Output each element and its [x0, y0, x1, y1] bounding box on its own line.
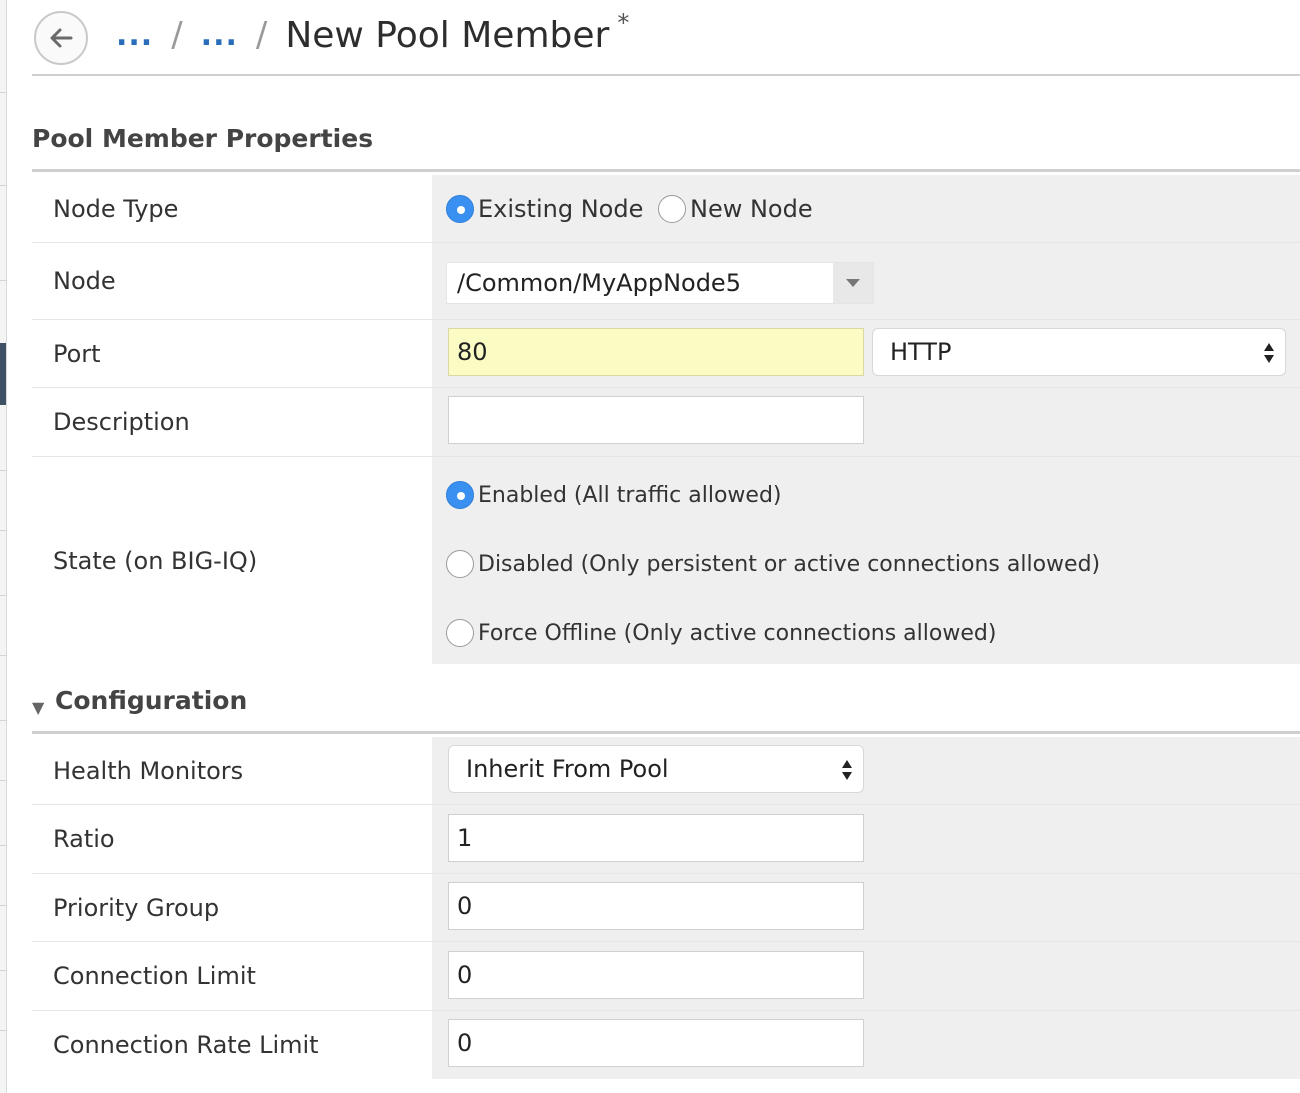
radio-new-node[interactable]: New Node	[658, 195, 813, 223]
health-monitors-select[interactable]: Inherit From Pool	[448, 745, 864, 793]
row-port: Port 80 HTTP	[32, 320, 1300, 388]
ratio-value-cell: 1	[432, 805, 1300, 873]
nav-divider	[0, 720, 6, 721]
nav-divider	[0, 905, 6, 906]
radio-label: Disabled (Only persistent or active conn…	[478, 551, 1101, 577]
health-monitors-label: Health Monitors	[53, 756, 244, 785]
connection-limit-value-cell: 0	[432, 942, 1300, 1010]
health-monitors-value: Inherit From Pool	[466, 755, 669, 783]
nav-active-indicator	[0, 343, 6, 405]
section-title-text: Configuration	[55, 686, 248, 715]
radio-label: Force Offline (Only active connections a…	[478, 620, 997, 646]
page-title: New Pool Member	[285, 14, 610, 56]
priority-group-label: Priority Group	[53, 893, 220, 922]
radio-existing-node[interactable]: Existing Node	[446, 195, 643, 223]
port-value-cell: 80 HTTP	[432, 320, 1300, 387]
caret-down-icon	[846, 279, 860, 287]
connection-limit-input[interactable]: 0	[448, 951, 864, 999]
ratio-label: Ratio	[53, 825, 115, 853]
node-type-label: Node Type	[53, 194, 179, 223]
connection-rate-limit-input[interactable]: 0	[448, 1019, 864, 1067]
nav-divider	[0, 92, 6, 93]
state-label: State (on BIG-IQ)	[53, 546, 258, 575]
row-description: Description	[32, 388, 1300, 457]
caret-down-icon[interactable]: ▼	[32, 698, 44, 717]
nav-divider	[0, 595, 6, 596]
ratio-input[interactable]: 1	[448, 814, 864, 862]
breadcrumb-separator: /	[171, 15, 183, 55]
node-label: Node	[53, 267, 116, 295]
section-title-configuration[interactable]: ▼ Configuration	[32, 686, 1300, 734]
up-down-arrows-icon	[1264, 343, 1274, 363]
row-connection-limit: Connection Limit 0	[32, 942, 1300, 1011]
radio-state-disabled[interactable]: Disabled (Only persistent or active conn…	[446, 550, 1100, 578]
port-service-value: HTTP	[890, 338, 952, 366]
section-title-text: Pool Member Properties	[32, 124, 374, 153]
nav-divider	[0, 970, 6, 971]
row-priority-group: Priority Group 0	[32, 874, 1300, 942]
connection-rate-limit-value-cell: 0	[432, 1011, 1300, 1079]
radio-unselected-icon	[658, 195, 686, 223]
left-nav-edge	[0, 0, 7, 1093]
radio-unselected-icon	[446, 619, 474, 647]
radio-state-force-offline[interactable]: Force Offline (Only active connections a…	[446, 619, 996, 647]
radio-unselected-icon	[446, 550, 474, 578]
breadcrumb: ... / ... / New Pool Member *	[116, 9, 630, 58]
back-button[interactable]	[34, 11, 88, 65]
radio-label: New Node	[690, 195, 813, 223]
node-type-value-cell: Existing Node New Node	[432, 175, 1300, 242]
connection-limit-label: Connection Limit	[53, 962, 256, 990]
nav-divider	[0, 1030, 6, 1031]
breadcrumb-link-1[interactable]: ...	[116, 18, 153, 53]
priority-group-input-value: 0	[457, 892, 473, 920]
radio-state-enabled[interactable]: Enabled (All traffic allowed)	[446, 481, 782, 509]
unsaved-indicator: *	[617, 9, 630, 37]
node-combobox-value: /Common/MyAppNode5	[457, 269, 741, 297]
radio-selected-icon	[446, 481, 474, 509]
connection-rate-limit-label: Connection Rate Limit	[53, 1031, 319, 1059]
radio-label: Enabled (All traffic allowed)	[478, 482, 782, 508]
nav-divider	[0, 780, 6, 781]
description-label: Description	[53, 408, 190, 436]
page-header: ... / ... / New Pool Member *	[32, 0, 1300, 76]
nav-divider	[0, 530, 6, 531]
description-input[interactable]	[448, 396, 864, 444]
section-title-pool-member-properties: Pool Member Properties	[32, 124, 1300, 172]
breadcrumb-separator: /	[255, 15, 268, 55]
arrow-left-icon	[50, 28, 73, 48]
description-value-cell	[432, 388, 1300, 456]
health-monitors-value-cell: Inherit From Pool	[432, 737, 1300, 804]
ratio-input-value: 1	[457, 824, 473, 852]
node-value-cell: /Common/MyAppNode5	[432, 243, 1300, 319]
row-node: Node /Common/MyAppNode5	[32, 243, 1300, 320]
nav-divider	[0, 280, 6, 281]
nav-divider	[0, 470, 6, 471]
node-combobox[interactable]: /Common/MyAppNode5	[446, 262, 874, 304]
connection-rate-limit-input-value: 0	[457, 1029, 473, 1057]
nav-divider	[0, 185, 6, 186]
nav-divider	[0, 655, 6, 656]
port-input-value: 80	[457, 338, 488, 366]
row-health-monitors: Health Monitors Inherit From Pool	[32, 737, 1300, 805]
port-input[interactable]: 80	[448, 328, 864, 376]
port-service-select[interactable]: HTTP	[872, 328, 1286, 376]
state-value-cell: Enabled (All traffic allowed) Disabled (…	[432, 457, 1300, 664]
up-down-arrows-icon	[842, 760, 852, 780]
radio-selected-icon	[446, 195, 474, 223]
row-ratio: Ratio 1	[32, 805, 1300, 874]
priority-group-input[interactable]: 0	[448, 882, 864, 930]
row-connection-rate-limit: Connection Rate Limit 0	[32, 1011, 1300, 1079]
breadcrumb-link-2[interactable]: ...	[201, 18, 238, 53]
radio-label: Existing Node	[478, 195, 644, 223]
row-state: State (on BIG-IQ) Enabled (All traffic a…	[32, 457, 1300, 664]
node-dropdown-button[interactable]	[833, 263, 873, 303]
connection-limit-input-value: 0	[457, 961, 473, 989]
nav-divider	[0, 845, 6, 846]
port-label: Port	[53, 339, 101, 368]
row-node-type: Node Type Existing Node New Node	[32, 175, 1300, 243]
priority-group-value-cell: 0	[432, 874, 1300, 941]
